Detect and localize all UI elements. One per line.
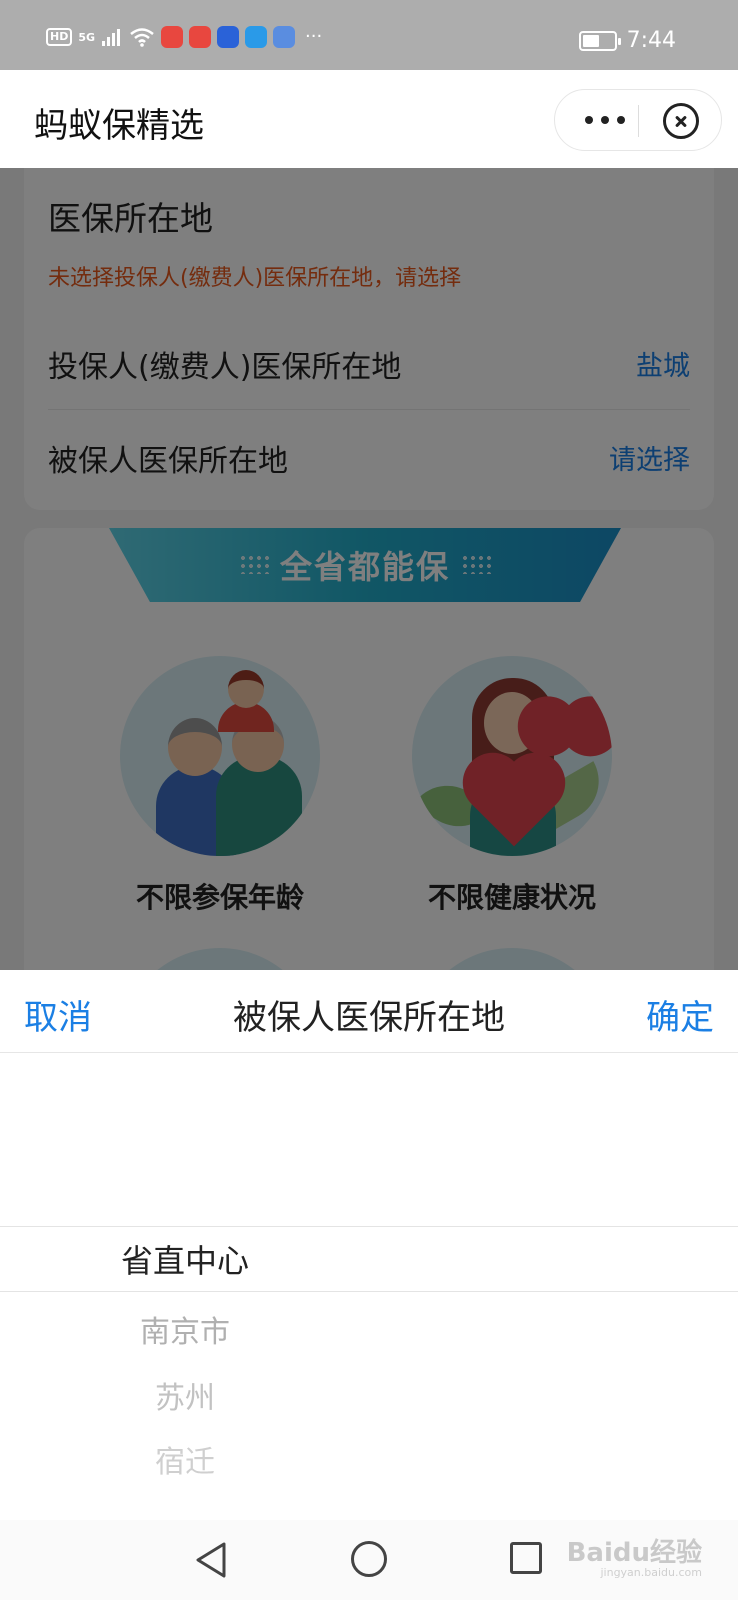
watermark-url: jingyan.baidu.com [600, 1566, 702, 1579]
app-notification-icon [245, 26, 268, 48]
system-nav-bar: Baidu经验 jingyan.baidu.com [0, 1520, 738, 1600]
capsule-divider [638, 105, 639, 137]
title-bar: 蚂蚁保精选 [0, 70, 738, 168]
status-left: HD 5G ··· [46, 26, 322, 48]
network-indicator: 5G [78, 30, 96, 44]
picker-header: 被保人医保所在地 取消 确定 [0, 970, 738, 1053]
picker-wheel[interactable]: 省直中心 南京市 苏州 宿迁 [0, 1053, 738, 1520]
wifi-icon [130, 28, 154, 47]
battery-level [582, 34, 599, 47]
more-notifications-icon: ··· [305, 26, 323, 47]
signal-icon [102, 29, 121, 46]
app-notification-icon [217, 26, 240, 48]
confirm-button[interactable]: 确定 [646, 990, 714, 1039]
status-right: 7:44 [578, 28, 676, 53]
home-icon[interactable] [351, 1541, 387, 1577]
app-notification-icon [273, 26, 296, 48]
watermark-logo: Baidu经验 [566, 1538, 702, 1568]
picker-option[interactable]: 南京市 [0, 1307, 370, 1351]
back-icon[interactable] [194, 1540, 228, 1580]
more-dots-icon[interactable] [577, 102, 633, 138]
cancel-button[interactable]: 取消 [24, 990, 92, 1039]
miniapp-capsule [554, 89, 722, 151]
picker-option[interactable]: 宿迁 [0, 1437, 370, 1481]
app-notification-icon [189, 26, 212, 48]
page-title: 蚂蚁保精选 [34, 106, 204, 146]
recent-apps-icon[interactable] [510, 1542, 542, 1574]
picker-option-selected[interactable]: 省直中心 [0, 1236, 370, 1282]
location-picker-sheet: 被保人医保所在地 取消 确定 省直中心 南京市 苏州 宿迁 [0, 970, 738, 1520]
app-notification-icon [161, 26, 184, 48]
battery-icon [578, 30, 621, 51]
status-bar: HD 5G ··· 7:44 [0, 0, 738, 70]
clock: 7:44 [626, 28, 676, 53]
modal-overlay[interactable] [0, 168, 738, 970]
picker-option[interactable]: 苏州 [0, 1373, 370, 1417]
hd-indicator: HD [46, 28, 73, 46]
picker-title: 被保人医保所在地 [233, 998, 505, 1038]
close-circle-icon[interactable] [663, 103, 699, 139]
